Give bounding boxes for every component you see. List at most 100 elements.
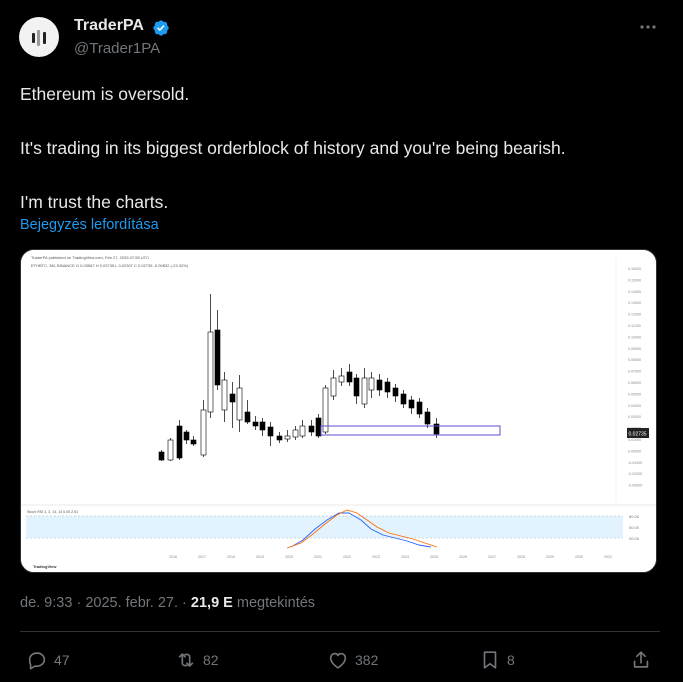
candle-body: [229, 393, 236, 403]
candle-body: [299, 425, 306, 437]
tweet-line: Ethereum is oversold.: [20, 84, 190, 104]
price-tick-label: -0.02000: [628, 472, 642, 476]
year-tick-label: 2019: [256, 555, 264, 559]
candle-body: [207, 331, 214, 413]
tweet-time[interactable]: de. 9:33: [20, 595, 72, 611]
chart-header: TraderPA published on TradingView.com, F…: [31, 255, 149, 260]
candle-body: [190, 439, 197, 445]
price-tick-label: 0.15000: [628, 278, 641, 282]
tweet-line: It's trading in its biggest orderblock o…: [20, 138, 566, 158]
candle-body: [276, 435, 283, 441]
price-tick-label: 0.06000: [628, 381, 641, 385]
rsi-level: 80.00: [629, 514, 640, 519]
candle-body: [424, 411, 431, 425]
price-tick-label: 0.16000: [628, 267, 641, 271]
candle-body: [408, 399, 415, 409]
rsi-band: [26, 516, 623, 538]
candle-body: [308, 425, 315, 433]
price-tick-label: 0.12000: [628, 313, 641, 317]
candle-body: [176, 425, 183, 459]
translate-link[interactable]: Bejegyzés lefordítása: [20, 217, 159, 233]
rsi-level: 20.00: [629, 536, 640, 541]
candle-body: [353, 377, 360, 397]
candle-body: [167, 439, 174, 461]
candle-body: [338, 375, 345, 383]
candle-body: [292, 429, 299, 438]
price-tick-label: 0.00000: [628, 449, 641, 453]
repost-count: 82: [203, 652, 219, 668]
reply-button[interactable]: 47: [26, 648, 70, 672]
year-tick-label: 2018: [227, 555, 235, 559]
author-handle[interactable]: @Trader1PA: [74, 40, 160, 57]
year-tick-label: 2023: [372, 555, 380, 559]
share-icon: [633, 651, 649, 668]
year-tick-label: 2030: [575, 555, 583, 559]
price-tick-label: 0.01000: [628, 438, 641, 442]
candle-body: [346, 371, 353, 383]
year-tick-label: 2016: [169, 555, 177, 559]
year-tick-label: 2021: [314, 555, 322, 559]
price-tick-label: 0.04000: [628, 404, 641, 408]
candle-body: [330, 377, 337, 397]
price-tick-label: 0.05000: [628, 392, 641, 396]
candle-body: [200, 409, 207, 456]
price-tick-label: 0.09000: [628, 347, 641, 351]
year-tick-label: 2026: [459, 555, 467, 559]
tradingview-logo: TradingView: [33, 564, 57, 569]
reply-icon: [28, 652, 46, 670]
candle-body: [322, 387, 329, 433]
chart-image[interactable]: TraderPA published on TradingView.com, F…: [20, 249, 657, 573]
divider: [20, 631, 660, 632]
candle-body: [368, 377, 375, 391]
candle-body: [284, 435, 291, 440]
price-tick-label: 0.08000: [628, 358, 641, 362]
tweet-date[interactable]: 2025. febr. 27.: [85, 595, 178, 611]
price-tick-label: 0.13000: [628, 301, 641, 305]
year-tick-label: 2031: [604, 555, 612, 559]
like-icon: [329, 652, 347, 669]
chart-svg: TraderPA published on TradingView.com, F…: [21, 250, 656, 572]
chart-symbol-line: ETHBTC, 3M, BINANCE O 0.03587 H 0.03735 …: [31, 263, 189, 268]
bookmark-icon: [483, 651, 497, 669]
candle-body: [400, 393, 407, 405]
more-icon[interactable]: [636, 18, 660, 36]
share-button[interactable]: [630, 648, 652, 672]
price-tick-label: -0.01000: [628, 461, 642, 465]
rsi-level: 50.00: [629, 525, 640, 530]
candle-body: [259, 421, 266, 431]
like-button[interactable]: 382: [327, 648, 378, 672]
candle-body: [183, 431, 190, 441]
price-tick-label: 0.10000: [628, 335, 641, 339]
repost-button[interactable]: 82: [175, 648, 219, 672]
candle-body: [315, 417, 322, 437]
current-price-label: 0.02735: [629, 432, 647, 438]
like-count: 382: [355, 652, 379, 668]
candle-body: [158, 451, 165, 461]
bookmark-button[interactable]: 8: [479, 648, 515, 672]
candle-body: [221, 379, 228, 411]
price-tick-label: 0.03000: [628, 415, 641, 419]
repost-icon: [178, 653, 194, 667]
year-tick-label: 2017: [198, 555, 206, 559]
price-tick-label: 0.07000: [628, 370, 641, 374]
year-tick-label: 2020: [285, 555, 293, 559]
year-tick-label: 2027: [488, 555, 496, 559]
tweet-line: I'm trust the charts.: [20, 192, 169, 212]
author-name[interactable]: TraderPA: [74, 17, 144, 35]
candle-body: [416, 401, 423, 415]
tweet-meta: de. 9:33 · 2025. febr. 27. · 21,9 E megt…: [20, 595, 316, 611]
avatar[interactable]: [19, 17, 59, 57]
tweet-text: Ethereum is oversold. It's trading in it…: [20, 81, 660, 216]
views-count: 21,9 E: [190, 595, 233, 611]
price-tick-label: 0.11000: [628, 324, 641, 328]
views-label: megtekintés: [236, 595, 316, 611]
candle-body: [244, 411, 251, 423]
candle-body: [392, 387, 399, 397]
year-tick-label: 2025: [430, 555, 438, 559]
candle-body: [214, 329, 221, 386]
bookmark-count: 8: [507, 652, 515, 668]
year-tick-label: 2029: [546, 555, 554, 559]
candle-body: [267, 426, 274, 437]
rsi-label: Stoch RSI 3, 3, 14, 14 0.00 2.51: [27, 510, 78, 514]
price-tick-label: -0.03000: [628, 484, 642, 488]
